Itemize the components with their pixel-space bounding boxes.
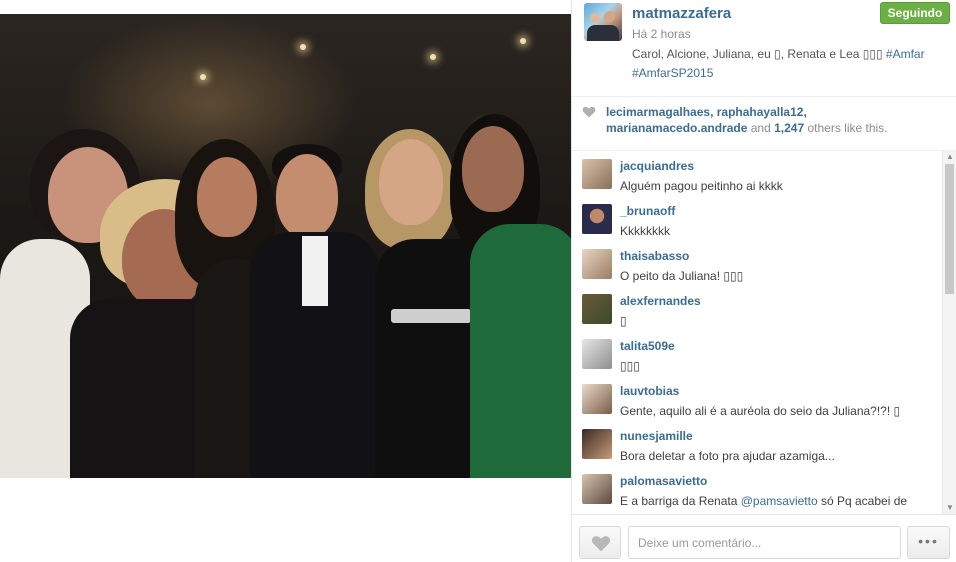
comments-scrollbar[interactable]: ▲ ▼ [942, 150, 956, 514]
commenter-avatar[interactable] [582, 384, 612, 414]
comment-text: E a barriga da Renata @pamsavietto só Pq… [620, 492, 932, 514]
comments-list[interactable]: jacquiandres Alguém pagou peitinho ai kk… [572, 150, 942, 514]
commenter-username[interactable]: jacquiandres [620, 159, 694, 173]
commenter-avatar[interactable] [582, 204, 612, 234]
commenter-username[interactable]: thaisabasso [620, 249, 689, 263]
likes-suffix: others like this. [804, 121, 888, 135]
hashtag-link[interactable]: #AmfarSP2015 [632, 66, 713, 80]
scroll-down-arrow-icon[interactable]: ▼ [946, 503, 954, 512]
hashtag-link[interactable]: #Amfar [886, 47, 925, 61]
more-options-button[interactable]: ••• [907, 526, 950, 559]
commenter-username[interactable]: lauvtobias [620, 384, 679, 398]
comment-footer: ••• [572, 514, 956, 562]
commenter-username[interactable]: nunesjamille [620, 429, 693, 443]
comment-text: Bora deletar a foto pra ajudar azamiga..… [620, 449, 835, 463]
scroll-up-arrow-icon[interactable]: ▲ [946, 152, 954, 161]
mention-link[interactable]: @pamsavietto [741, 494, 818, 508]
commenter-avatar[interactable] [582, 339, 612, 369]
comment-text: Alguém pagou peitinho ai kkkk [620, 179, 783, 193]
comment-text: Gente, aquilo ali é a auréola do seio da… [620, 404, 901, 418]
like-button[interactable] [579, 526, 621, 559]
comment-input[interactable] [628, 526, 901, 559]
commenter-avatar[interactable] [582, 429, 612, 459]
following-button[interactable]: Seguindo [880, 2, 950, 24]
post-header: matmazzafera Seguindo Há 2 horas Carol, … [572, 0, 956, 97]
author-avatar[interactable] [584, 3, 622, 41]
commenter-avatar[interactable] [582, 249, 612, 279]
author-username[interactable]: matmazzafera [632, 5, 731, 22]
commenter-avatar[interactable] [582, 294, 612, 324]
comment-text: ▯▯▯ [620, 359, 640, 373]
caption-text: Carol, Alcione, Juliana, eu ▯, Renata e … [632, 47, 886, 61]
post-side-panel: matmazzafera Seguindo Há 2 horas Carol, … [571, 0, 956, 562]
likes-and: and [747, 121, 775, 135]
commenter-username[interactable]: alexfernandes [620, 294, 701, 308]
commenter-avatar[interactable] [582, 474, 612, 504]
heart-icon [591, 536, 611, 552]
commenter-username[interactable]: palomasavietto [620, 474, 707, 488]
post-time[interactable]: Há 2 horas [632, 27, 691, 41]
comment-text-part: E a barriga da Renata [620, 494, 741, 508]
comment-text: ▯ [620, 314, 627, 328]
comment-text: Kkkkkkkk [620, 224, 671, 238]
commenter-username[interactable]: talita509e [620, 339, 675, 353]
likes-count[interactable]: 1,247 [774, 121, 804, 135]
post-caption: Carol, Alcione, Juliana, eu ▯, Renata e … [632, 45, 950, 83]
likes-summary: lecimarmagalhaes, raphahayalla12, marian… [582, 104, 942, 136]
commenter-username[interactable]: _brunaoff [620, 204, 675, 218]
heart-icon [582, 106, 596, 118]
scrollbar-thumb[interactable] [945, 164, 954, 294]
comment-text: O peito da Juliana! ▯▯▯ [620, 269, 744, 283]
post-photo [0, 14, 571, 478]
commenter-avatar[interactable] [582, 159, 612, 189]
